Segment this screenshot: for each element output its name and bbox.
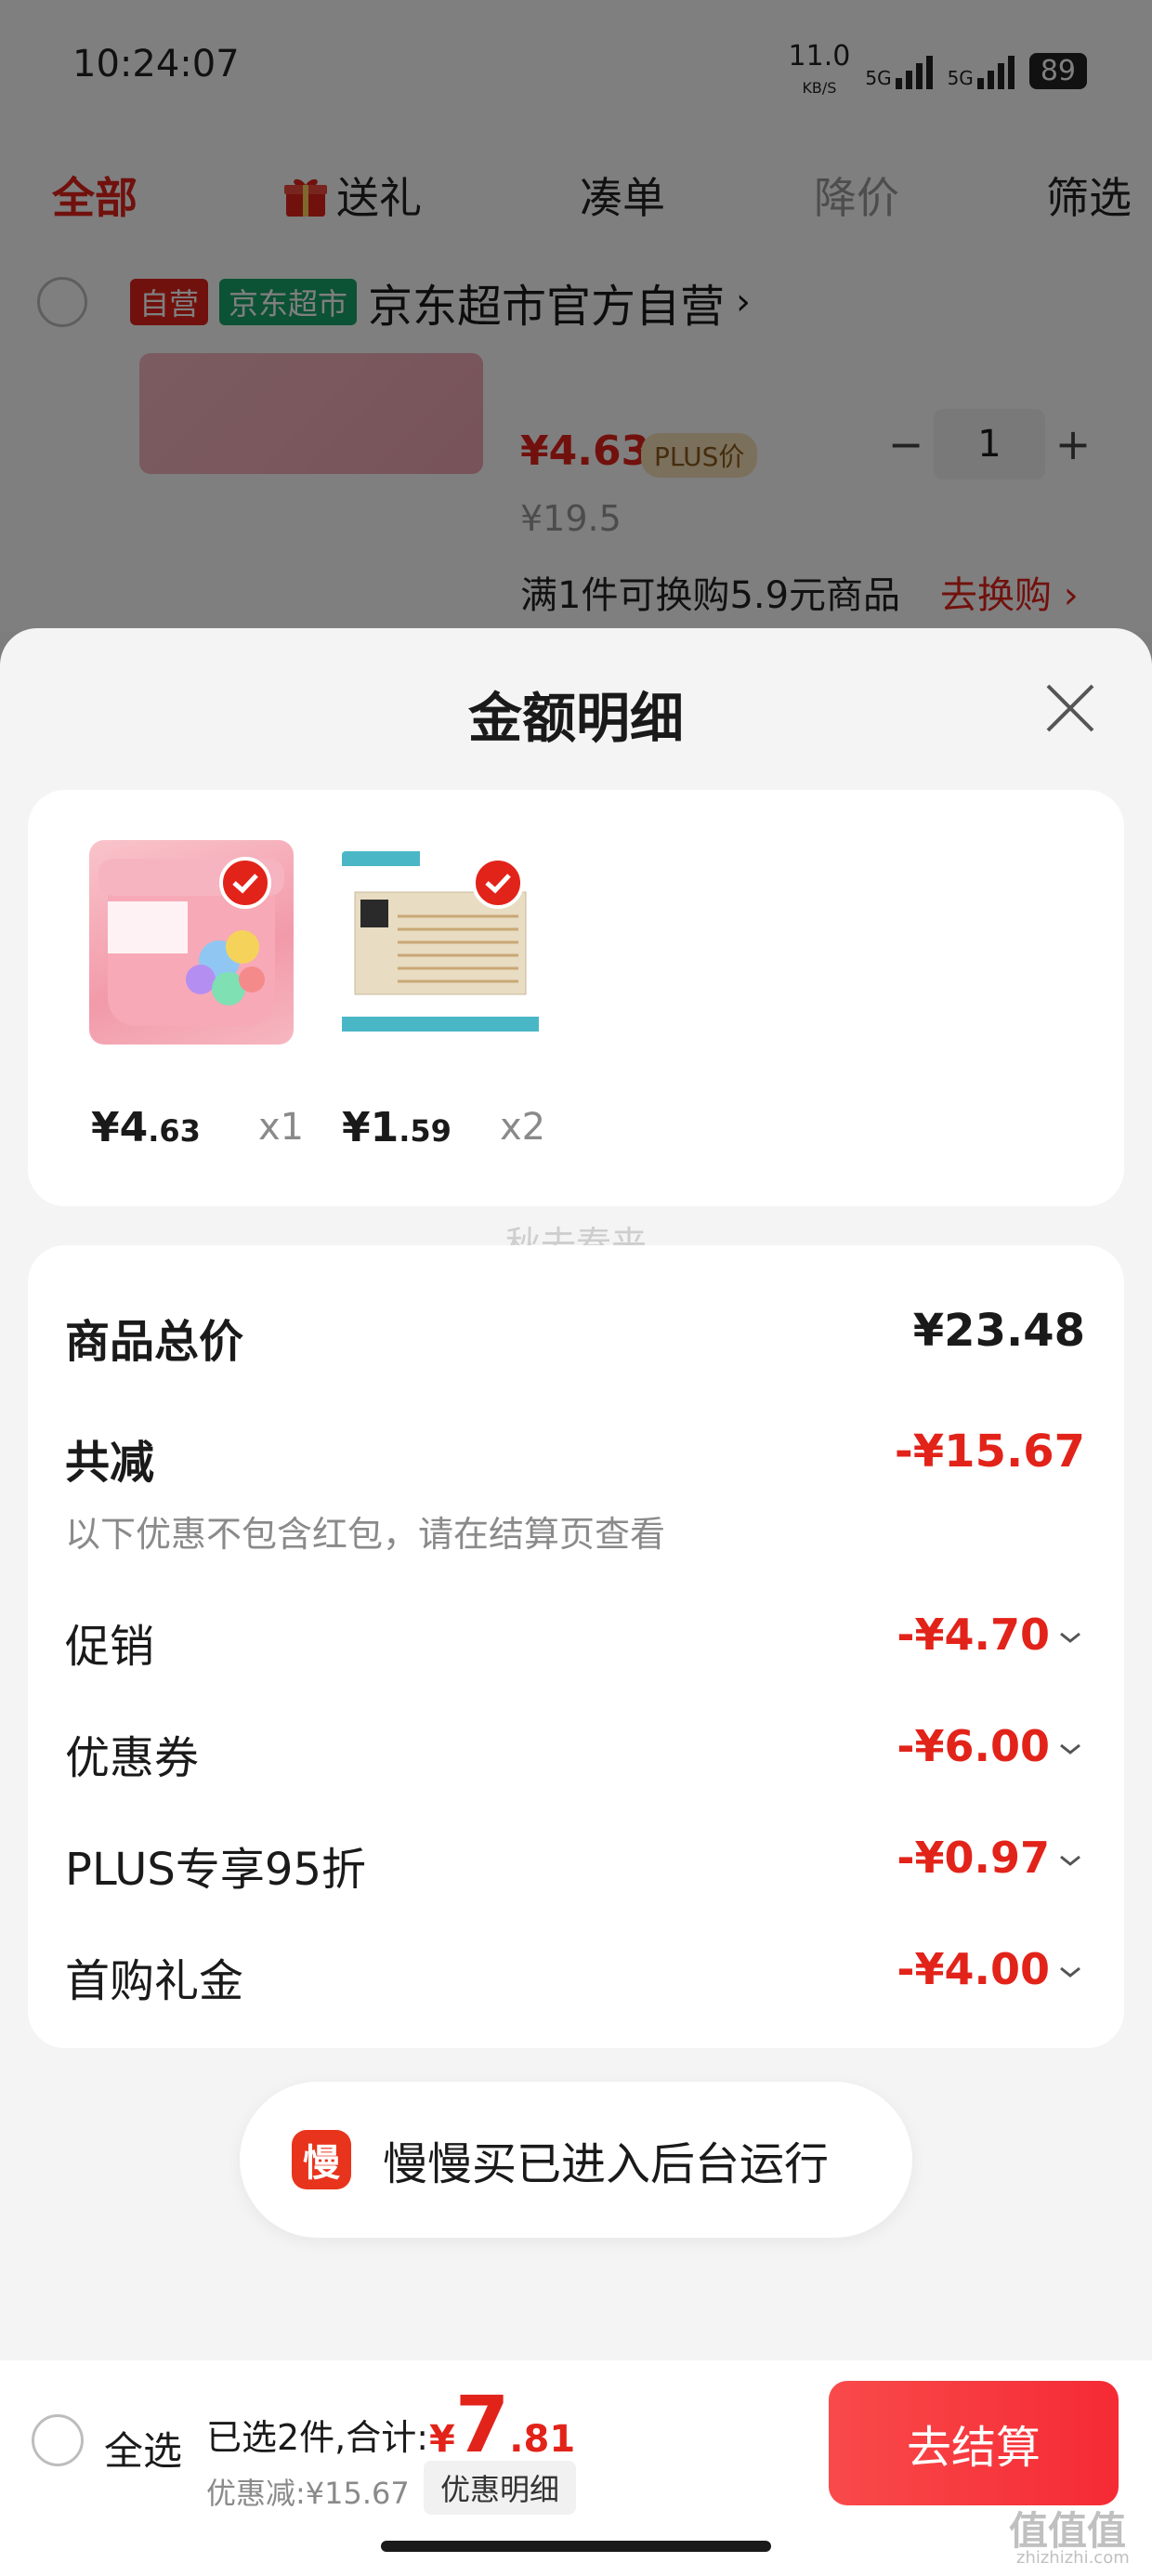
select-all-radio[interactable] xyxy=(32,2414,84,2466)
saved-amount: 优惠减:¥15.67 xyxy=(206,2476,410,2511)
total-reduce-value: -¥15.67 xyxy=(894,1426,1085,1478)
item-2-checkmark-icon[interactable] xyxy=(472,857,524,909)
chevron-down-icon[interactable] xyxy=(1057,1851,1083,1870)
promo-label: 促销 xyxy=(65,1621,155,1673)
select-all-label[interactable]: 全选 xyxy=(104,2420,182,2477)
item-1-qty: x1 xyxy=(258,1106,305,1149)
first-purchase-label: 首购礼金 xyxy=(65,1955,244,2007)
plus-discount-value[interactable]: -¥0.97 xyxy=(897,1833,1050,1883)
item-2-price: ¥1.59 xyxy=(342,1104,452,1151)
first-purchase-value[interactable]: -¥4.00 xyxy=(897,1944,1050,1994)
total-currency: ¥ xyxy=(429,2418,455,2461)
app-logo-icon: 慢 xyxy=(292,2130,351,2189)
close-icon[interactable] xyxy=(1041,678,1100,738)
total-int: 7 xyxy=(454,2379,510,2470)
overlay-dim[interactable] xyxy=(0,0,1152,632)
checkout-button[interactable]: 去结算 xyxy=(829,2381,1119,2505)
coupon-value[interactable]: -¥6.00 xyxy=(897,1721,1050,1771)
background-run-toast: 慢 慢慢买已进入后台运行 xyxy=(240,2082,912,2238)
item-2-price-int: ¥1 xyxy=(342,1104,399,1151)
item-1-price-dec: .63 xyxy=(148,1113,201,1149)
item-2-qty: x2 xyxy=(500,1106,546,1149)
chevron-down-icon[interactable] xyxy=(1057,1628,1083,1647)
promo-value[interactable]: -¥4.70 xyxy=(897,1610,1050,1660)
chevron-down-icon[interactable] xyxy=(1057,1963,1083,1981)
total-dec: .81 xyxy=(509,2418,576,2461)
selected-count-text: 已选2件,合计: xyxy=(206,2417,429,2458)
item-1-price: ¥4.63 xyxy=(91,1104,201,1151)
coupon-label: 优惠券 xyxy=(65,1732,200,1784)
discount-detail-button[interactable]: 优惠明细 xyxy=(424,2461,577,2515)
toast-text: 慢慢买已进入后台运行 xyxy=(383,2138,830,2190)
plus-discount-label: PLUS专享95折 xyxy=(65,1844,366,1896)
chevron-down-icon[interactable] xyxy=(1057,1740,1083,1758)
total-price-value: ¥23.48 xyxy=(912,1305,1085,1357)
item-1-price-int: ¥4 xyxy=(91,1104,149,1151)
total-reduce-label: 共减 xyxy=(65,1437,155,1489)
home-indicator[interactable] xyxy=(381,2541,771,2552)
discount-note: 以下优惠不包含红包，请在结算页查看 xyxy=(65,1514,666,1555)
item-1-checkmark-icon[interactable] xyxy=(219,857,271,909)
sheet-title: 金额明细 xyxy=(467,687,684,750)
item-2-price-dec: .59 xyxy=(399,1113,452,1149)
site-watermark-url: zhizhizhi.com xyxy=(1016,2548,1130,2568)
total-amount: ¥7.81 xyxy=(429,2379,575,2470)
total-price-label: 商品总价 xyxy=(65,1316,244,1368)
